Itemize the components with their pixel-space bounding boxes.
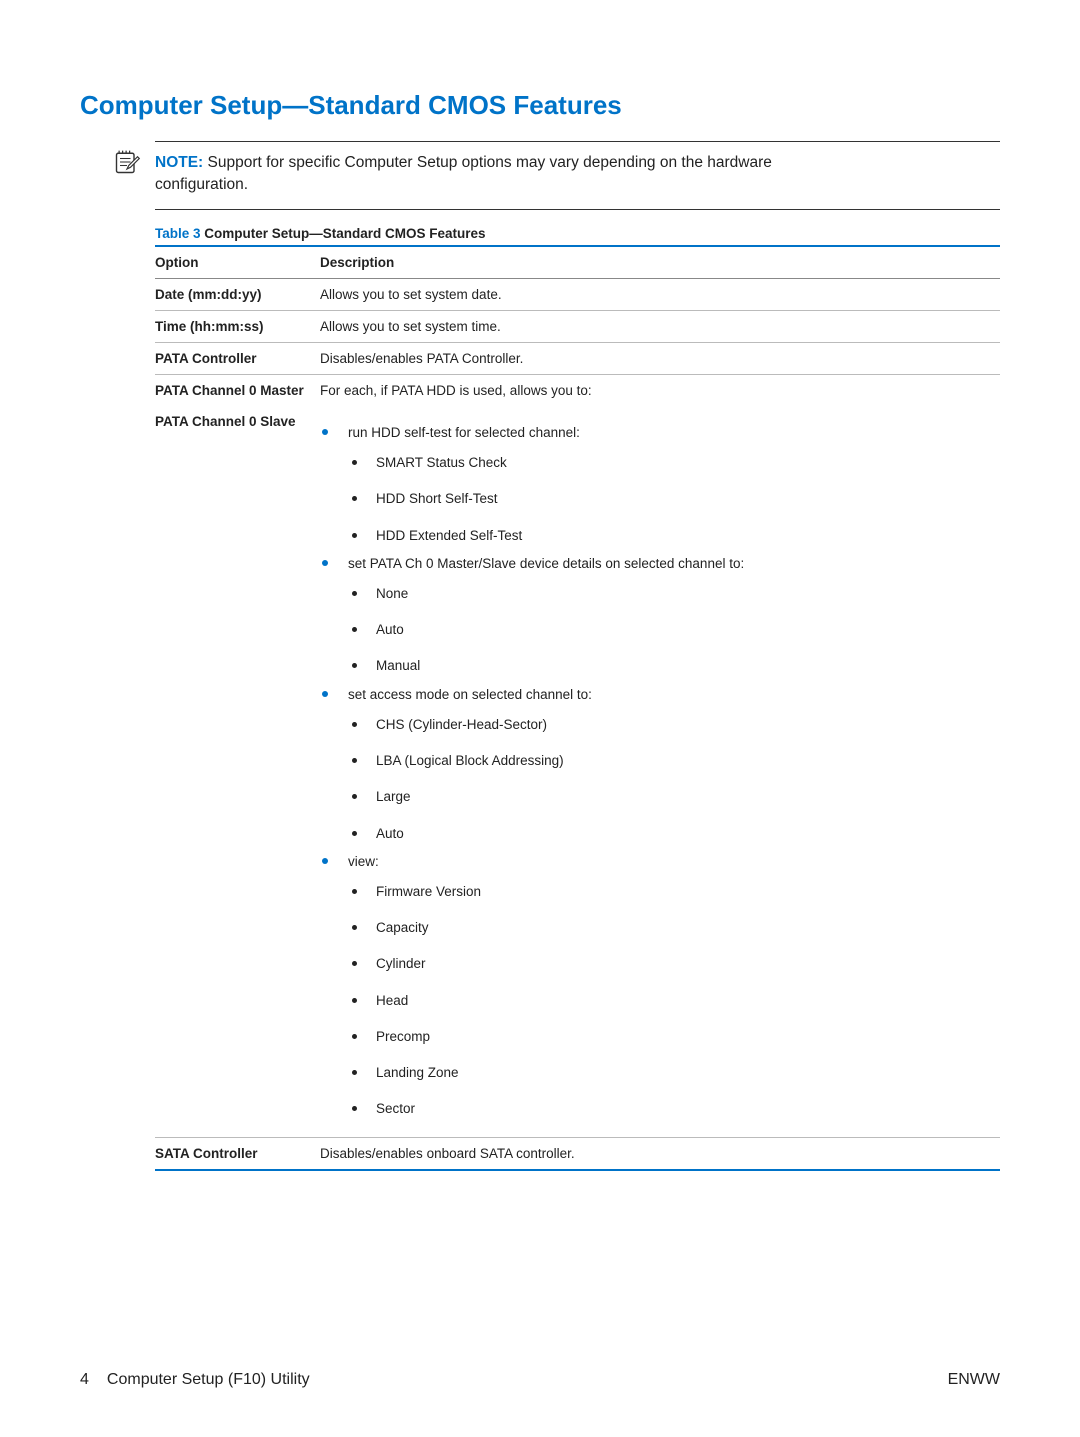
note-icon bbox=[113, 148, 141, 176]
list-item: Precomp bbox=[348, 1028, 992, 1046]
table-row: Date (mm:dd:yy) Allows you to set system… bbox=[155, 278, 1000, 310]
option-time: Time (hh:mm:ss) bbox=[155, 310, 320, 342]
list-item: Head bbox=[348, 992, 992, 1010]
list-item: set PATA Ch 0 Master/Slave device detail… bbox=[320, 555, 992, 676]
page-footer: 4 Computer Setup (F10) Utility ENWW bbox=[80, 1371, 1000, 1389]
note-text-cont: configuration. bbox=[155, 174, 1000, 196]
table-row: PATA Channel 0 Slave run HDD self-test f… bbox=[155, 406, 1000, 1137]
option-date: Date (mm:dd:yy) bbox=[155, 278, 320, 310]
option-sata-controller: SATA Controller bbox=[155, 1137, 320, 1170]
table-row: SATA Controller Disables/enables onboard… bbox=[155, 1137, 1000, 1170]
list-item: Auto bbox=[348, 621, 992, 639]
desc-pata-master: For each, if PATA HDD is used, allows yo… bbox=[320, 374, 1000, 406]
bullet-device-details: set PATA Ch 0 Master/Slave device detail… bbox=[348, 556, 744, 571]
cmos-features-table: Option Description Date (mm:dd:yy) Allow… bbox=[155, 245, 1000, 1171]
col-description: Description bbox=[320, 246, 1000, 279]
list-item: HDD Short Self-Test bbox=[348, 490, 992, 508]
list-item: Sector bbox=[348, 1100, 992, 1118]
list-item: LBA (Logical Block Addressing) bbox=[348, 752, 992, 770]
list-item: Landing Zone bbox=[348, 1064, 992, 1082]
list-item: Auto bbox=[348, 825, 992, 843]
desc-pata-controller: Disables/enables PATA Controller. bbox=[320, 342, 1000, 374]
option-pata-slave: PATA Channel 0 Slave bbox=[155, 406, 320, 1137]
table-header-row: Option Description bbox=[155, 246, 1000, 279]
option-pata-master: PATA Channel 0 Master bbox=[155, 374, 320, 406]
bullet-selftest: run HDD self-test for selected channel: bbox=[348, 425, 580, 440]
table-caption: Table 3 Computer Setup—Standard CMOS Fea… bbox=[155, 226, 1000, 241]
list-item: HDD Extended Self-Test bbox=[348, 527, 992, 545]
list-item: Cylinder bbox=[348, 955, 992, 973]
footer-section: Computer Setup (F10) Utility bbox=[107, 1371, 310, 1389]
option-pata-controller: PATA Controller bbox=[155, 342, 320, 374]
table-row: Time (hh:mm:ss) Allows you to set system… bbox=[155, 310, 1000, 342]
list-item: Capacity bbox=[348, 919, 992, 937]
list-item: None bbox=[348, 585, 992, 603]
footer-right: ENWW bbox=[948, 1371, 1000, 1389]
list-item: Manual bbox=[348, 657, 992, 675]
list-item: set access mode on selected channel to: … bbox=[320, 686, 992, 843]
list-item: run HDD self-test for selected channel: … bbox=[320, 424, 992, 545]
page-number: 4 bbox=[80, 1371, 89, 1389]
table-row: PATA Controller Disables/enables PATA Co… bbox=[155, 342, 1000, 374]
desc-pata-detail: run HDD self-test for selected channel: … bbox=[320, 406, 1000, 1137]
desc-time: Allows you to set system time. bbox=[320, 310, 1000, 342]
desc-sata-controller: Disables/enables onboard SATA controller… bbox=[320, 1137, 1000, 1170]
list-item: Firmware Version bbox=[348, 883, 992, 901]
note-block: NOTE: Support for specific Computer Setu… bbox=[155, 141, 1000, 210]
table-row: PATA Channel 0 Master For each, if PATA … bbox=[155, 374, 1000, 406]
table-caption-title: Computer Setup—Standard CMOS Features bbox=[201, 226, 486, 241]
list-item: view: Firmware Version Capacity Cylinder… bbox=[320, 853, 992, 1119]
bullet-access-mode: set access mode on selected channel to: bbox=[348, 687, 592, 702]
list-item: CHS (Cylinder-Head-Sector) bbox=[348, 716, 992, 734]
page-title: Computer Setup—Standard CMOS Features bbox=[80, 90, 1000, 121]
table-caption-prefix: Table 3 bbox=[155, 226, 201, 241]
list-item: SMART Status Check bbox=[348, 454, 992, 472]
list-item: Large bbox=[348, 788, 992, 806]
bullet-view: view: bbox=[348, 854, 379, 869]
note-label: NOTE: bbox=[155, 154, 203, 171]
note-text: Support for specific Computer Setup opti… bbox=[208, 154, 772, 171]
desc-date: Allows you to set system date. bbox=[320, 278, 1000, 310]
col-option: Option bbox=[155, 246, 320, 279]
